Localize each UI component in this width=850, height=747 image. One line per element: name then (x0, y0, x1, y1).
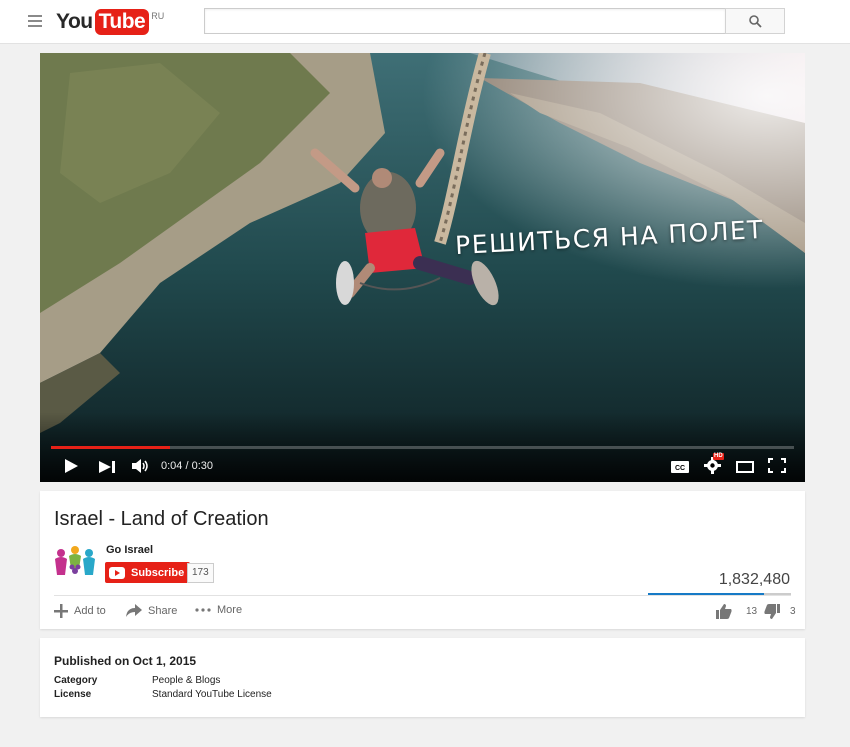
share-button[interactable]: Share (126, 604, 177, 617)
dislike-button[interactable]: 3 (764, 604, 796, 619)
fullscreen-icon (768, 458, 786, 473)
captions-label: CC (675, 465, 685, 472)
share-icon (126, 604, 142, 617)
play-icon (65, 459, 78, 473)
youtube-play-icon (109, 566, 125, 579)
share-label: Share (148, 604, 178, 617)
youtube-logo[interactable]: You Tube RU (56, 9, 164, 35)
license-value: Standard YouTube License (152, 689, 272, 700)
settings-button[interactable]: HD (704, 453, 724, 479)
volume-button[interactable] (132, 459, 150, 478)
progress-bar[interactable] (51, 446, 794, 449)
next-button[interactable] (99, 460, 117, 478)
more-icon (195, 608, 211, 612)
masthead: You Tube RU (0, 0, 850, 44)
search-icon (749, 15, 762, 28)
thumbs-up-icon (716, 604, 732, 619)
like-button[interactable]: 13 (716, 604, 757, 619)
fullscreen-button[interactable] (768, 458, 786, 478)
next-icon (99, 461, 115, 473)
theater-button[interactable] (736, 460, 754, 478)
description-card: Published on Oct 1, 2015 Category People… (40, 638, 805, 717)
search-input[interactable] (205, 9, 725, 33)
subscribe-button[interactable]: Subscribe (105, 562, 191, 583)
view-count: 1,832,480 (718, 571, 790, 588)
thumbs-down-icon (764, 604, 780, 619)
video-title: Israel - Land of Creation (54, 508, 269, 530)
add-icon (54, 604, 68, 618)
license-label: License (54, 689, 92, 700)
volume-icon (132, 459, 148, 473)
video-player[interactable]: РЕШИТЬСЯ НА ПОЛЕТ 0:04 / 0:30 CC HD (40, 53, 805, 482)
search-button[interactable] (725, 8, 785, 34)
menu-icon[interactable] (28, 15, 42, 27)
play-button[interactable] (64, 459, 78, 478)
video-info-card: Israel - Land of Creation Go Israel Subs… (40, 491, 805, 629)
add-to-label: Add to (74, 605, 106, 617)
channel-name[interactable]: Go Israel (106, 544, 153, 556)
publish-date: Published on Oct 1, 2015 (54, 654, 197, 668)
divider (54, 595, 791, 596)
progress-fill (51, 446, 170, 449)
like-count: 13 (746, 606, 758, 617)
logo-region: RU (151, 11, 165, 21)
subscribe-label: Subscribe (131, 566, 185, 579)
time-display: 0:04 / 0:30 (161, 460, 213, 472)
captions-icon: CC (671, 461, 689, 473)
search-box (204, 8, 726, 34)
category-label: Category (54, 675, 98, 686)
subscriber-count: 173 (187, 563, 214, 583)
channel-avatar[interactable] (53, 545, 97, 579)
captions-button[interactable]: CC (671, 460, 689, 478)
category-link[interactable]: People & Blogs (152, 675, 220, 686)
add-to-button[interactable]: Add to (54, 604, 106, 618)
hd-badge: HD (713, 453, 724, 460)
dislike-count: 3 (790, 606, 796, 617)
logo-tube-text: Tube (94, 9, 150, 35)
more-button[interactable]: More (195, 604, 242, 616)
theater-icon (736, 461, 754, 473)
more-label: More (217, 604, 243, 616)
logo-you-text: You (56, 10, 93, 33)
